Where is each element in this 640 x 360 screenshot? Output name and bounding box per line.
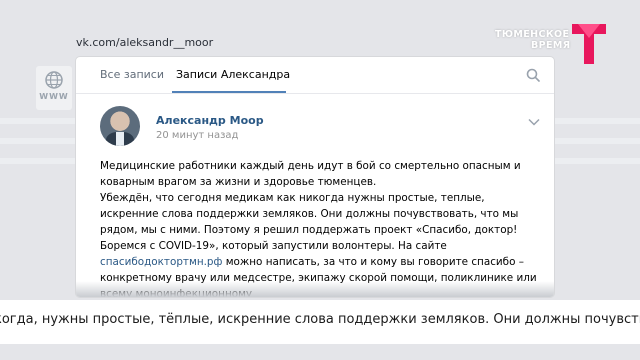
post-text: Медицинские работники каждый день идут в… [100,158,546,297]
news-ticker: когда, нужны простые, тёплые, искренние … [0,300,640,344]
globe-icon [45,71,63,89]
avatar-collar [116,132,124,146]
avatar[interactable] [100,106,140,146]
post-author[interactable]: Александр Моор [156,114,264,127]
post-time[interactable]: 20 минут назад [156,130,238,141]
channel-logo-line2: ВРЕМЯ [531,40,571,51]
post-paragraph: Медицинские работники каждый день идут в… [100,160,521,188]
www-badge: WWW [36,66,72,110]
ticker-text: когда, нужны простые, тёплые, искренние … [0,312,640,327]
website-link[interactable]: спасибодоктортмн.рф [100,256,222,268]
tab-owner-posts[interactable]: Записи Александра [176,68,290,81]
channel-logo-line1: ТЮМЕНСКОЕ [495,29,570,40]
post-paragraph-text: Убеждён, что сегодня медикам как никогда… [100,192,519,252]
panel-fade [76,281,554,297]
tab-all-posts[interactable]: Все записи [100,68,164,81]
www-label: WWW [39,92,69,101]
channel-logo-icon [572,24,606,64]
channel-logo-text: ТЮМЕНСКОЕ ВРЕМЯ [495,29,570,51]
search-icon[interactable] [526,68,540,82]
chevron-down-icon[interactable] [528,118,540,126]
wall-tabs: Все записи Записи Александра [76,57,554,94]
source-url: vk.com/aleksandr__moor [76,36,214,49]
vk-wall-panel: Все записи Записи Александра Александр М… [76,57,554,297]
active-tab-indicator [172,91,286,93]
